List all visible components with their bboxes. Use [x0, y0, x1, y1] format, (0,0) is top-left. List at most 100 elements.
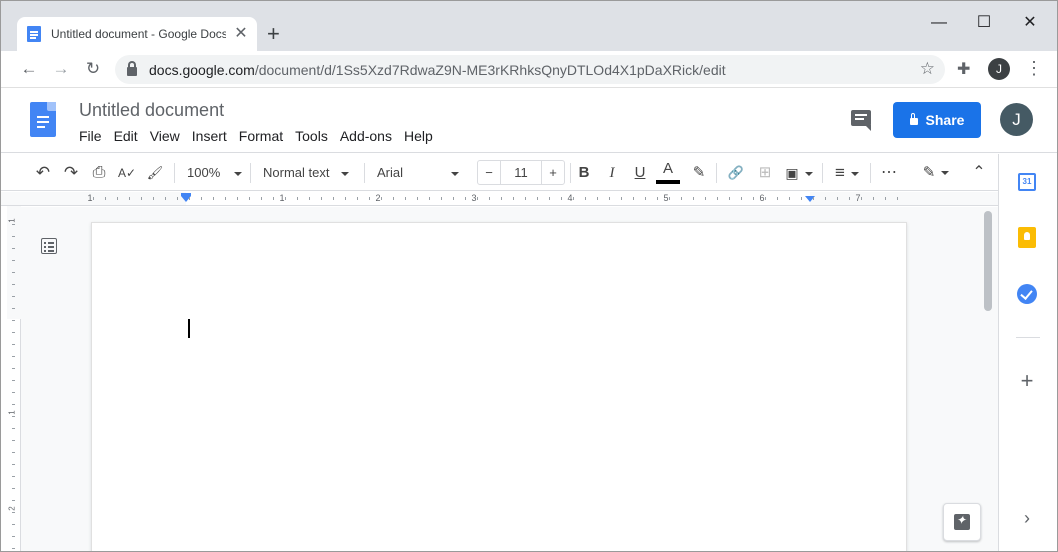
ruler-tick [633, 197, 634, 200]
url-text[interactable]: docs.google.com/document/d/1Ss5Xzd7RdwaZ… [149, 62, 726, 78]
highlight-color-icon[interactable]: ✎ [689, 163, 709, 183]
ruler-tick [12, 416, 15, 417]
ruler-tick [12, 404, 15, 405]
docs-logo-icon[interactable] [30, 102, 56, 137]
address-bar[interactable]: docs.google.com/document/d/1Ss5Xzd7RdwaZ… [115, 55, 945, 84]
decrease-font-size-button[interactable]: − [478, 165, 500, 180]
ruler-tick [12, 344, 15, 345]
ruler-tick [525, 197, 526, 200]
ruler-tick [609, 197, 610, 200]
extensions-puzzle-icon[interactable]: ✚ [957, 59, 970, 79]
close-tab-icon[interactable]: ✕ [233, 26, 249, 42]
ruler-tick [885, 197, 886, 200]
document-page[interactable] [91, 222, 907, 551]
menu-tools[interactable]: Tools [289, 127, 334, 145]
insert-link-icon[interactable]: 🔗 [725, 163, 747, 183]
align-button[interactable]: ≡ [831, 163, 863, 183]
browser-window: Untitled document - Google Docs ✕ + — ☐ … [0, 0, 1058, 552]
docs-header: Untitled document File Edit View Insert … [1, 89, 1057, 153]
ruler-tick [12, 428, 15, 429]
minimize-button[interactable]: — [928, 13, 950, 35]
ruler-tick [12, 248, 15, 249]
font-caret-icon [451, 171, 460, 176]
text-color-button[interactable]: A [658, 159, 678, 179]
menu-addons[interactable]: Add-ons [334, 127, 398, 145]
menu-view[interactable]: View [144, 127, 186, 145]
back-arrow-icon[interactable]: ← [19, 59, 39, 79]
document-outline-icon[interactable] [41, 238, 57, 254]
paragraph-style-select[interactable]: Normal text [263, 163, 355, 183]
ruler-tick [657, 197, 658, 200]
ruler-tick [777, 197, 778, 200]
editing-caret-icon [941, 171, 950, 176]
more-options-icon[interactable]: ⋯ [878, 163, 900, 183]
ruler-tick [12, 308, 15, 309]
comment-history-icon[interactable] [851, 110, 871, 131]
lock-icon[interactable] [127, 61, 137, 76]
add-comment-icon[interactable]: ⊞ [755, 163, 775, 183]
ruler-tick [177, 197, 178, 200]
share-button[interactable]: Share [893, 102, 981, 138]
bookmark-star-icon[interactable]: ☆ [920, 59, 935, 79]
redo-icon[interactable]: ↷ [61, 163, 81, 183]
browser-profile-avatar[interactable]: J [988, 58, 1010, 80]
zoom-select[interactable]: 100% [187, 163, 243, 183]
ruler-tick [12, 512, 15, 513]
close-window-button[interactable]: ✕ [1019, 13, 1041, 35]
ruler-tick [285, 197, 286, 200]
menu-file[interactable]: File [73, 127, 108, 145]
increase-font-size-button[interactable]: + [542, 165, 564, 180]
keep-icon[interactable] [1018, 227, 1036, 248]
ruler-tick [849, 197, 850, 200]
ruler-tick [501, 197, 502, 200]
zoom-value: 100% [187, 165, 221, 180]
calendar-icon[interactable]: 31 [1018, 173, 1036, 191]
menu-help[interactable]: Help [398, 127, 439, 145]
ruler-tick [537, 197, 538, 200]
new-tab-button[interactable]: + [267, 23, 280, 45]
toolbar-divider [570, 163, 571, 183]
ruler-tick [825, 197, 826, 200]
vertical-scrollbar[interactable] [984, 211, 992, 311]
menu-format[interactable]: Format [233, 127, 289, 145]
menu-insert[interactable]: Insert [186, 127, 233, 145]
editing-mode-button[interactable]: ✎ [919, 163, 953, 183]
font-select[interactable]: Arial [377, 163, 467, 183]
ruler-tick [729, 197, 730, 200]
ruler-tick [201, 197, 202, 200]
insert-image-button[interactable]: ▣ [783, 163, 815, 183]
underline-button[interactable]: U [631, 163, 649, 183]
explore-button[interactable] [943, 503, 981, 541]
forward-arrow-icon[interactable]: → [51, 59, 71, 79]
account-avatar[interactable]: J [1000, 103, 1033, 136]
ruler-tick [12, 320, 15, 321]
print-icon[interactable]: ⎙ [89, 163, 109, 183]
browser-tab[interactable]: Untitled document - Google Docs ✕ [17, 17, 257, 51]
get-addons-icon[interactable]: + [1014, 368, 1040, 394]
ruler-tick [897, 197, 898, 200]
bold-button[interactable]: B [575, 163, 593, 183]
tasks-icon[interactable] [1017, 284, 1037, 304]
collapse-menus-icon[interactable]: ⌃ [969, 163, 989, 183]
paint-format-icon[interactable]: 🖌 [145, 163, 165, 183]
horizontal-ruler[interactable]: 1 1 2 3 4 5 6 7 [1, 192, 998, 206]
spellcheck-icon[interactable]: A✓ [115, 163, 139, 183]
browser-menu-icon[interactable]: ⋮ [1025, 57, 1043, 79]
zoom-caret-icon [234, 171, 243, 176]
reload-icon[interactable]: ↻ [83, 59, 103, 79]
show-side-panel-icon[interactable]: › [1017, 508, 1037, 529]
ruler-tick [12, 368, 15, 369]
italic-button[interactable]: I [603, 163, 621, 183]
ruler-tick [813, 197, 814, 200]
ruler-tick [645, 197, 646, 200]
menu-edit[interactable]: Edit [108, 127, 144, 145]
align-left-icon: ≡ [835, 163, 845, 182]
ruler-tick [225, 197, 226, 200]
ruler-tick [12, 488, 15, 489]
document-title[interactable]: Untitled document [79, 100, 224, 121]
maximize-button[interactable]: ☐ [973, 13, 995, 35]
font-size-input[interactable]: 11 [500, 161, 542, 184]
ruler-tick [12, 440, 15, 441]
undo-icon[interactable]: ↶ [33, 163, 53, 183]
align-caret-icon [850, 171, 859, 176]
